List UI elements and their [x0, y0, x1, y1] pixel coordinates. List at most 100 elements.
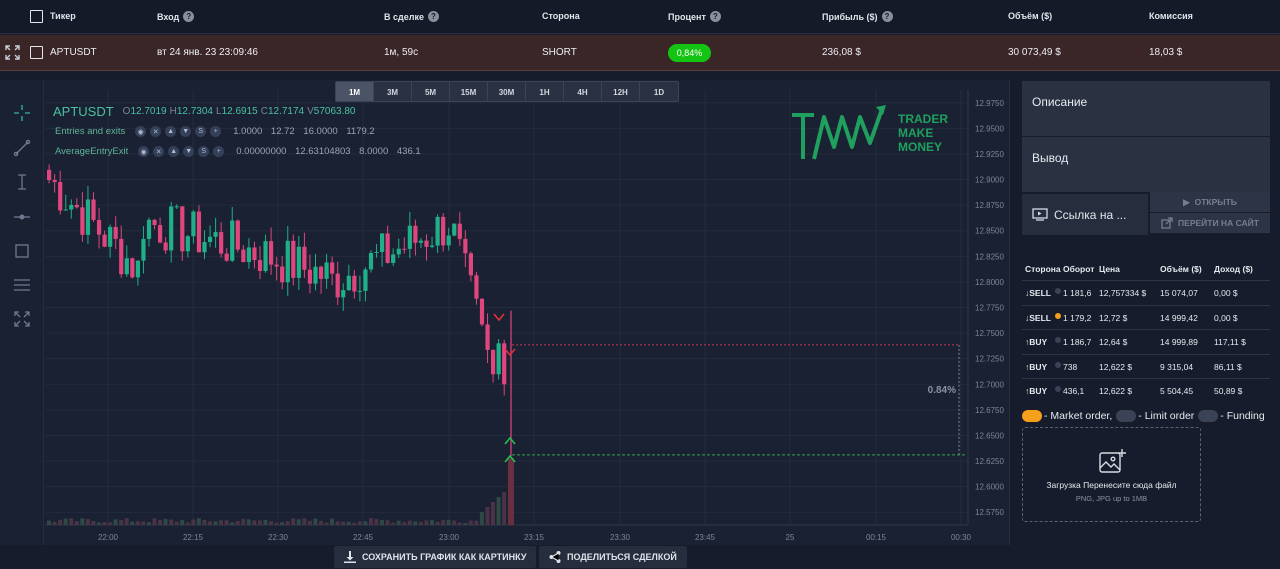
volume-bar: [396, 520, 401, 525]
header-label: Прибыль ($): [822, 11, 878, 22]
trade-income: 0,00 $: [1214, 312, 1238, 323]
open-button[interactable]: ▶ ОТКРЫТЬ: [1150, 192, 1270, 212]
candle-body: [429, 245, 435, 247]
add-icon[interactable]: +: [210, 126, 222, 137]
candle-body: [441, 216, 446, 246]
trade-side: ↑BUY: [1025, 386, 1048, 396]
candle-body: [213, 232, 218, 237]
tf-1m[interactable]: 1M: [336, 82, 374, 101]
add-icon[interactable]: +: [213, 146, 225, 157]
tf-5m[interactable]: 5M: [412, 82, 450, 101]
volume-bar: [124, 518, 129, 525]
trade-row[interactable]: APTUSDT вт 24 янв. 23 23:09:46 1м, 59с S…: [0, 35, 1280, 71]
tf-4h[interactable]: 4H: [564, 82, 602, 101]
tf-30m[interactable]: 30M: [488, 82, 526, 101]
header-volume[interactable]: Объём ($): [1008, 11, 1052, 21]
volume-bar: [496, 497, 501, 525]
share-icon: [549, 551, 561, 563]
header-label: Процент: [668, 11, 706, 22]
header-label: В сделке: [384, 11, 424, 22]
candle-body: [163, 242, 168, 251]
candle-body: [402, 248, 407, 250]
go-to-site-button[interactable]: ПЕРЕЙТИ НА САЙТ: [1150, 213, 1270, 233]
trades-header-side: Сторона: [1025, 264, 1061, 274]
tf-12h[interactable]: 12H: [602, 82, 640, 101]
header-commission[interactable]: Комиссия: [1149, 11, 1193, 21]
price-tick-label: 12.8250: [975, 252, 1004, 261]
volume-bar: [380, 519, 384, 525]
order-type-dot: [1055, 386, 1061, 392]
trade-income: 50,89 $: [1214, 386, 1243, 396]
close-icon[interactable]: ✕: [150, 126, 162, 137]
candle-body: [257, 260, 263, 271]
header-label: Тикер: [50, 11, 76, 21]
volume-bar: [113, 519, 118, 525]
close-icon[interactable]: ✕: [153, 146, 165, 157]
down-icon[interactable]: ▼: [180, 126, 192, 137]
volume-bar: [402, 522, 407, 525]
link-label: Ссылка на ...: [1054, 207, 1127, 222]
down-icon[interactable]: ▼: [183, 146, 195, 157]
candle-body: [224, 253, 229, 261]
link-field[interactable]: Ссылка на ...: [1022, 194, 1148, 235]
volume-bar: [318, 520, 323, 525]
file-upload-dropzone[interactable]: Загрузка Перенесите сюда файл PNG, JPG u…: [1022, 427, 1201, 522]
help-icon[interactable]: ?: [881, 11, 893, 22]
candle-body: [363, 269, 368, 291]
price-tick-label: 12.8000: [975, 278, 1004, 287]
volume-bar: [407, 520, 412, 525]
row-checkbox[interactable]: [30, 46, 43, 59]
save-chart-button[interactable]: СОХРАНИТЬ ГРАФИК КАК КАРТИНКУ: [334, 546, 537, 568]
price-tick-label: 12.9500: [975, 124, 1004, 133]
expand-icon[interactable]: [5, 45, 20, 63]
trade-price: 12,64 $: [1099, 337, 1128, 347]
volume-bar: [246, 519, 251, 525]
candle-body: [313, 266, 318, 284]
candle-body: [180, 206, 185, 252]
share-trade-label: ПОДЕЛИТЬСЯ СДЕЛКОЙ: [567, 552, 677, 562]
tf-15m[interactable]: 15M: [450, 82, 488, 101]
volume-bar: [146, 522, 151, 525]
header-in-trade[interactable]: В сделке?: [384, 11, 439, 22]
candle-body: [280, 266, 285, 283]
trade-table-row[interactable]: ↑BUY 738 12,622 $ 9 315,04 86,11 $: [1022, 353, 1270, 378]
trade-table-row[interactable]: ↑BUY 436,1 12,622 $ 5 504,45 50,89 $: [1022, 378, 1270, 402]
help-icon[interactable]: ?: [709, 11, 721, 22]
price-tick-label: 12.9000: [975, 176, 1004, 185]
up-icon[interactable]: ▲: [168, 146, 180, 157]
share-trade-button[interactable]: ПОДЕЛИТЬСЯ СДЕЛКОЙ: [539, 546, 687, 568]
volume-bar: [96, 522, 101, 525]
help-icon[interactable]: ?: [427, 11, 439, 22]
candle-body: [413, 225, 418, 243]
header-side[interactable]: Сторона: [542, 11, 580, 21]
volume-bar: [296, 519, 301, 525]
trade-table-row[interactable]: ↓SELL 1 181,6 12,757334 $ 15 074,07 0,00 $: [1022, 280, 1270, 304]
trade-volume: 14 999,42: [1160, 312, 1198, 323]
eye-icon[interactable]: ◉: [135, 126, 147, 137]
tf-1d[interactable]: 1D: [640, 82, 678, 101]
help-icon[interactable]: ?: [183, 11, 195, 22]
volume-bar: [302, 518, 307, 525]
volume-bar: [502, 492, 507, 525]
candle-body: [468, 253, 473, 276]
volume-bar: [58, 519, 63, 525]
header-percent[interactable]: Процент?: [668, 11, 721, 22]
header-ticker[interactable]: Тикер: [50, 11, 76, 21]
tf-1h[interactable]: 1H: [526, 82, 564, 101]
tf-3m[interactable]: 3M: [374, 82, 412, 101]
candle-body: [230, 220, 235, 261]
header-profit[interactable]: Прибыль ($)?: [822, 11, 893, 22]
trade-table-row[interactable]: ↓SELL 1 179,2 12,72 $ 14 999,42 0,00 $: [1022, 304, 1270, 329]
settings-icon[interactable]: S: [195, 126, 207, 137]
volume-bar: [252, 520, 257, 525]
up-icon[interactable]: ▲: [165, 126, 177, 137]
indicator-name: AverageEntryExit: [55, 146, 129, 157]
header-entry[interactable]: Вход?: [157, 11, 195, 22]
volume-bar: [352, 522, 357, 525]
eye-icon[interactable]: ◉: [138, 146, 150, 157]
trade-table-row[interactable]: ↑BUY 1 186,7 12,64 $ 14 999,89 117,11 $: [1022, 329, 1270, 353]
description-label: Описание: [1032, 95, 1088, 109]
select-all-checkbox[interactable]: [30, 10, 43, 23]
settings-icon[interactable]: S: [198, 146, 210, 157]
candle-body: [174, 206, 179, 208]
